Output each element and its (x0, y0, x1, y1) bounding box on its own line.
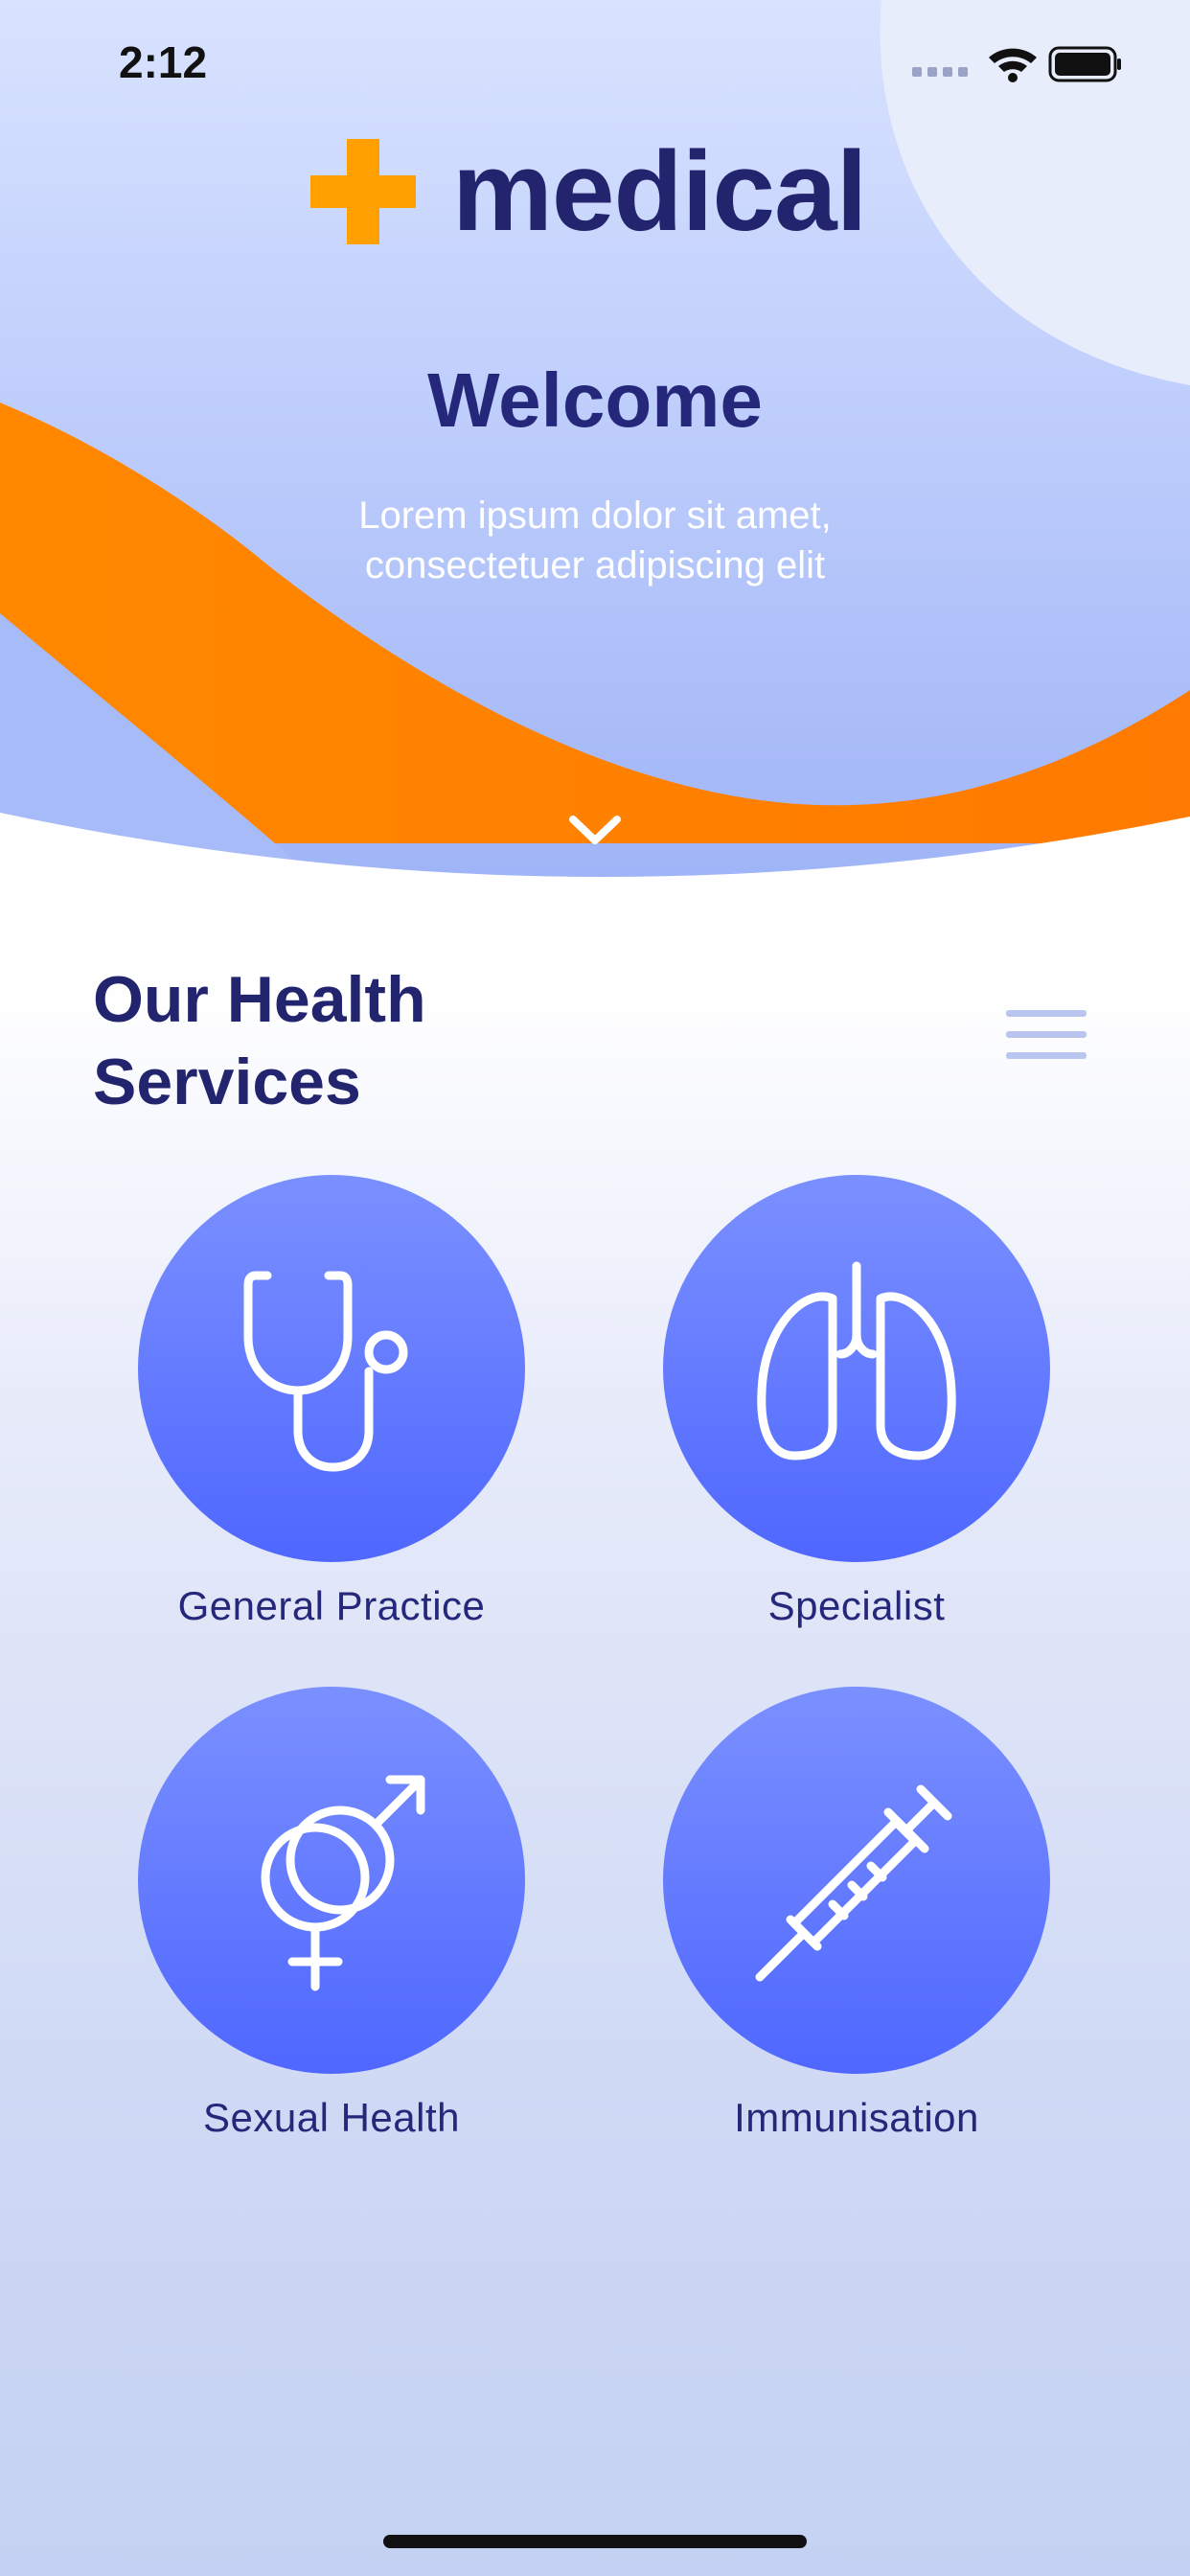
section-title-line1: Our Health (93, 963, 426, 1036)
stethoscope-icon (243, 1271, 408, 1472)
service-label: Immunisation (734, 2095, 979, 2140)
service-general-practice[interactable]: General Practice (69, 1175, 594, 1629)
service-circle[interactable] (138, 1687, 525, 2074)
menu-button[interactable] (1006, 1010, 1087, 1066)
brand-logo: medical (310, 128, 867, 255)
medical-cross-icon (310, 139, 416, 244)
section-title-line2: Services (93, 1046, 361, 1118)
home-indicator[interactable] (383, 2535, 807, 2548)
service-label: Specialist (767, 1583, 946, 1628)
service-circle[interactable] (138, 1175, 525, 1562)
lungs-icon (757, 1261, 956, 1460)
battery-icon (1048, 46, 1121, 82)
hero-subtitle-line1: Lorem ipsum dolor sit amet, (358, 494, 832, 537)
syringe-icon (755, 1784, 952, 1982)
signal-icon (912, 67, 968, 77)
menu-line (1006, 1052, 1087, 1059)
hero-subtitle-line2: consectetuer adipiscing elit (364, 544, 826, 586)
menu-line (1006, 1010, 1087, 1017)
menu-line (1006, 1031, 1087, 1038)
service-circle[interactable] (663, 1175, 1050, 1562)
service-specialist[interactable]: Specialist (594, 1175, 1119, 1629)
status-icons (912, 46, 1121, 82)
brand-name: medical (452, 128, 867, 255)
service-label: Sexual Health (203, 2095, 460, 2140)
hero-header: 2:12 medical Welcome Lorem ipsum dolor s… (0, 0, 1190, 891)
service-label: General Practice (177, 1583, 486, 1628)
wifi-icon (989, 48, 1037, 82)
hero-title: Welcome (427, 357, 763, 443)
chevron-down-icon[interactable] (565, 810, 625, 848)
section-title: Our Health Services (93, 958, 426, 1123)
service-immunisation[interactable]: Immunisation (594, 1687, 1119, 2141)
service-circle[interactable] (663, 1687, 1050, 2074)
status-time: 2:12 (119, 37, 208, 87)
service-sexual-health[interactable]: Sexual Health (69, 1687, 594, 2141)
hero-subtitle: Lorem ipsum dolor sit amet, consectetuer… (0, 491, 1190, 590)
gender-symbols-icon (261, 1775, 425, 1991)
